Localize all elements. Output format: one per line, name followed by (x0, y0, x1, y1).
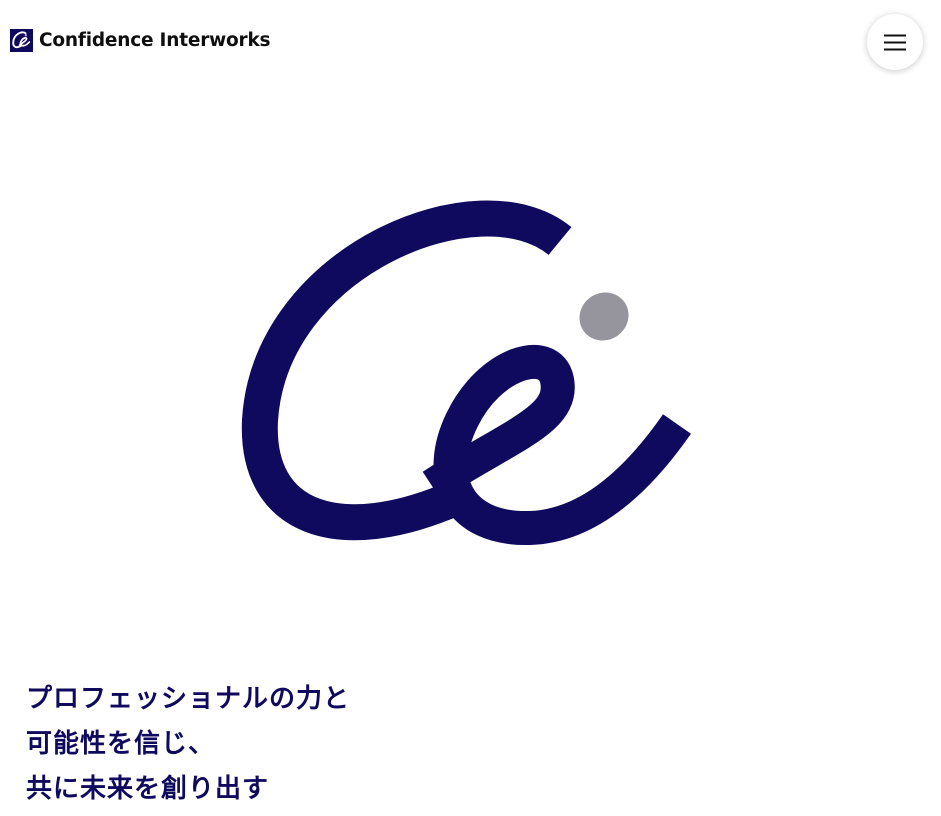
ce-logo-icon (241, 200, 691, 546)
tagline-line-1: プロフェッショナルの力と (26, 684, 351, 714)
tagline-line-3: 共に未来を創り出す (26, 774, 270, 804)
home-logo-link[interactable]: Confidence Interworks (10, 28, 271, 53)
hamburger-menu-icon (884, 34, 906, 50)
ce-logo-dot (579, 292, 629, 341)
ce-logo-e-stroke (422, 345, 691, 546)
tagline-line-2: 可能性を信じ、 (26, 729, 216, 759)
ce-monogram-icon (10, 29, 33, 52)
tagline: プロフェッショナルの力と 可能性を信じ、 共に未来を創り出す (26, 677, 350, 812)
menu-button[interactable] (867, 14, 923, 70)
company-name: Confidence Interworks (39, 30, 271, 51)
page: Confidence Interworks プロフェッショナルの力と 可能性を信… (0, 0, 941, 816)
